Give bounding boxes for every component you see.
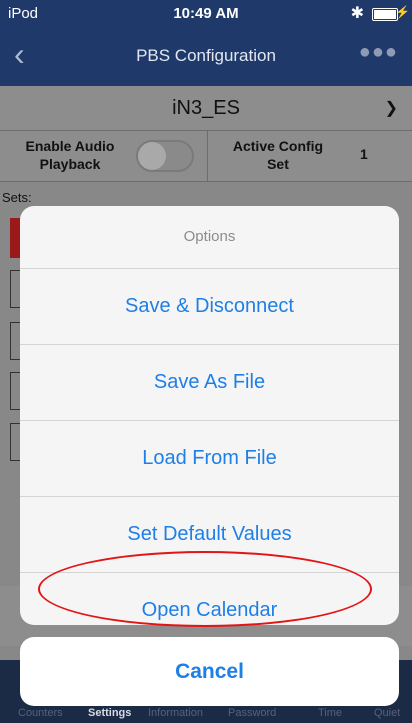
save-disconnect-button[interactable]: Save & Disconnect (20, 269, 399, 345)
tab-password[interactable]: Password (228, 707, 276, 719)
load-from-file-button[interactable]: Load From File (20, 421, 399, 497)
open-calendar-button[interactable]: Open Calendar (20, 573, 399, 625)
tab-information[interactable]: Information (148, 707, 203, 719)
sets-label: Sets: (2, 190, 32, 205)
status-bar: iPod 10:49 AM ✱ ⚡ (0, 0, 412, 28)
action-sheet-title: Options (20, 206, 399, 269)
divider (207, 131, 208, 181)
toggle-knob (138, 142, 166, 170)
profile-dropdown[interactable]: iN3_ES ❯ (0, 86, 412, 131)
tab-time[interactable]: Time (318, 707, 342, 719)
tab-settings[interactable]: Settings (88, 707, 131, 719)
tab-counters[interactable]: Counters (18, 707, 63, 719)
chevron-down-icon: ❯ (384, 100, 398, 117)
profile-dropdown-value: iN3_ES (172, 97, 240, 119)
bluetooth-icon: ✱ (350, 5, 364, 22)
cancel-button[interactable]: Cancel (20, 637, 399, 706)
tab-quiet[interactable]: Quiet (374, 707, 400, 719)
set-default-values-button[interactable]: Set Default Values (20, 497, 399, 573)
enable-audio-label: Enable Audio Playback (25, 138, 115, 172)
active-config-set-value: 1 (360, 146, 368, 162)
options-action-sheet: Options Save & Disconnect Save As File L… (20, 206, 399, 625)
page-title: PBS Configuration (136, 46, 276, 65)
nav-bar: ‹ PBS Configuration ●●● (0, 28, 412, 86)
save-as-file-button[interactable]: Save As File (20, 345, 399, 421)
charging-bolt-icon: ⚡ (395, 5, 410, 19)
active-config-set-label: Active Config Set (232, 138, 324, 172)
enable-audio-toggle[interactable] (136, 140, 194, 172)
config-row: Enable Audio Playback Active Config Set … (0, 131, 412, 182)
ellipsis-icon[interactable]: ●●● (359, 41, 398, 64)
